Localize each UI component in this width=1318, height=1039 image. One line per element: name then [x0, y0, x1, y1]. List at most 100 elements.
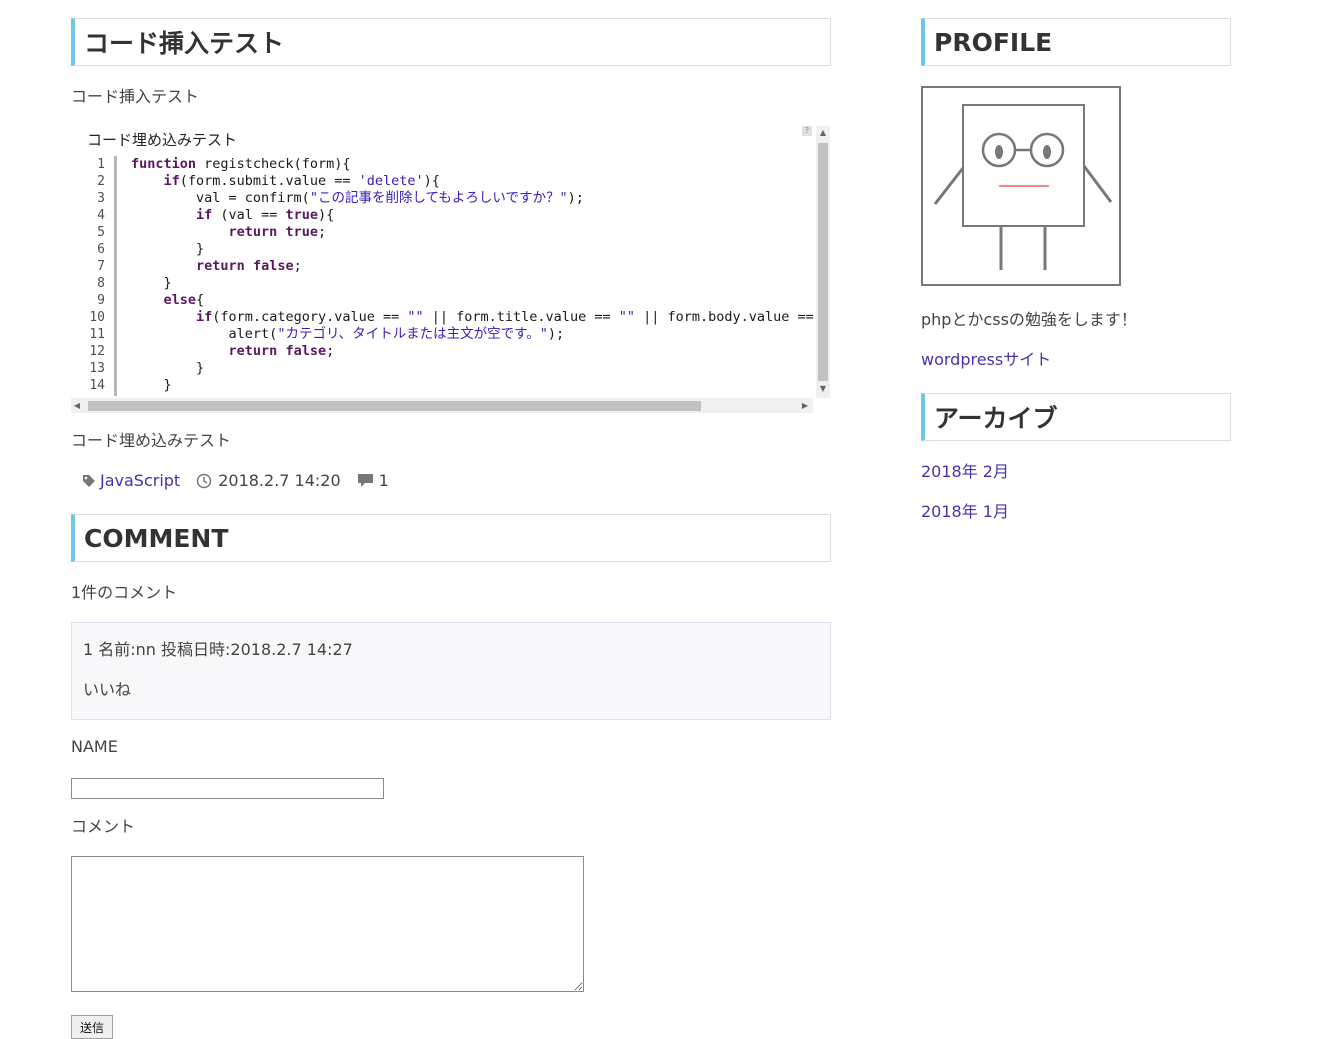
comment-header: 1 名前:nn 投稿日時:2018.2.7 14:27 [83, 640, 353, 659]
code-token: 'delete' [358, 173, 424, 189]
post-after-code: コード埋め込みテスト [71, 431, 232, 450]
code-token: "" [618, 309, 635, 325]
line-number: 9 [97, 293, 105, 308]
code-token: return [228, 343, 278, 359]
line-number: 12 [89, 344, 105, 359]
scroll-left-icon[interactable]: ◀ [71, 401, 83, 410]
code-line: val = confirm("この記事を削除してもよろしいですか？"); [131, 190, 814, 207]
code-token: false [252, 258, 294, 274]
scroll-right-icon[interactable]: ▶ [799, 401, 811, 410]
code-token: alert( [131, 326, 278, 342]
archive-heading-text: アーカイブ [934, 404, 1058, 433]
code-line: } [131, 360, 814, 377]
code-token: if [196, 207, 213, 223]
code-token: ; [326, 343, 335, 359]
code-line: else{ [131, 292, 814, 309]
horizontal-scrollbar[interactable]: ◀ ▶ [71, 398, 813, 413]
help-icon[interactable]: ? [802, 126, 812, 136]
code-token: ); [567, 190, 584, 206]
line-number: 10 [89, 310, 105, 325]
code-token: true [285, 207, 318, 223]
horizontal-scroll-thumb[interactable] [88, 401, 701, 411]
archive-link[interactable]: 2018年 2月 [921, 462, 1009, 482]
tag-icon [82, 474, 96, 488]
comment-count: 1 [378, 471, 389, 490]
code-token: (form.submit.value == [179, 173, 359, 189]
code-token: registcheck(form){ [196, 156, 351, 172]
clock-icon [196, 473, 212, 489]
code-token: || form.body.value == [634, 309, 814, 325]
code-token: (val == [212, 207, 286, 223]
post-title: コード挿入テスト [71, 18, 831, 66]
name-input[interactable] [71, 778, 384, 799]
comment-textarea[interactable] [71, 856, 584, 992]
comment-heading: COMMENT [71, 514, 831, 562]
code-token: "" [407, 309, 424, 325]
code-block[interactable]: コード埋め込みテスト ? 1 2 3 4 5 6 7 8 9 10 11 12 13 14 functio… [71, 126, 830, 413]
line-number: 2 [97, 174, 105, 189]
scroll-down-icon[interactable]: ▼ [816, 384, 830, 393]
code-line: alert("カテゴリ、タイトルまたは主文が空です。"); [131, 326, 814, 343]
line-number: 6 [97, 242, 105, 257]
line-number: 7 [97, 259, 105, 274]
profile-heading-text: PROFILE [934, 27, 1053, 57]
post-meta: JavaScript 2018.2.7 14:20 1 [82, 471, 389, 490]
submit-button[interactable]: 送信 [71, 1015, 113, 1039]
archive-link[interactable]: 2018年 1月 [921, 502, 1009, 522]
line-number: 5 [97, 225, 105, 240]
line-number: 4 [97, 208, 105, 223]
code-token: val = confirm( [131, 190, 310, 206]
name-label: NAME [71, 737, 118, 756]
code-token: (form.category.value == [212, 309, 408, 325]
profile-link[interactable]: wordpressサイト [921, 350, 1051, 370]
code-line: } [131, 241, 814, 258]
code-token: if [196, 309, 213, 325]
code-token: ){ [423, 173, 440, 189]
code-lines: function registcheck(form){ if(form.subm… [131, 156, 814, 394]
code-token: ){ [317, 207, 335, 223]
line-number: 11 [89, 327, 105, 342]
code-line: if(form.category.value == "" || form.tit… [131, 309, 814, 326]
code-token: else [163, 292, 197, 308]
code-line: } [131, 377, 814, 394]
code-line: if (val == true){ [131, 207, 814, 224]
line-number: 8 [97, 276, 105, 291]
code-line: if(form.submit.value == 'delete'){ [131, 173, 814, 190]
vertical-scrollbar[interactable]: ▲ ▼ [816, 126, 830, 398]
code-line: return true; [131, 224, 814, 241]
code-line: return false; [131, 343, 814, 360]
line-number: 3 [97, 191, 105, 206]
scroll-up-icon[interactable]: ▲ [816, 128, 830, 137]
code-token: return [196, 258, 245, 274]
code-title: コード埋め込みテスト [87, 131, 238, 149]
code-token: return [228, 224, 278, 240]
code-viewport[interactable]: 1 2 3 4 5 6 7 8 9 10 11 12 13 14 function registcheck… [71, 156, 814, 396]
comment-item: 1 名前:nn 投稿日時:2018.2.7 14:27 いいね [71, 622, 831, 720]
comment-label: コメント [71, 817, 136, 836]
code-token: } [131, 275, 172, 291]
comment-heading-text: COMMENT [84, 523, 229, 553]
line-number: 14 [89, 378, 105, 393]
comment-body: いいね [83, 680, 132, 699]
avatar-illustration [933, 104, 1113, 270]
vertical-scroll-thumb[interactable] [818, 143, 828, 381]
post-date: 2018.2.7 14:20 [218, 471, 341, 490]
code-line: } [131, 275, 814, 292]
code-token: || form.title.value == [423, 309, 619, 325]
code-token: ; [317, 224, 327, 240]
line-number: 13 [89, 361, 105, 376]
code-token: { [196, 292, 205, 308]
code-token: false [285, 343, 327, 359]
code-token: } [131, 377, 172, 393]
code-token: true [285, 224, 318, 240]
code-token: ; [293, 258, 302, 274]
tag-link[interactable]: JavaScript [100, 471, 180, 490]
post-intro: コード挿入テスト [71, 87, 200, 106]
code-line: function registcheck(form){ [131, 156, 814, 173]
